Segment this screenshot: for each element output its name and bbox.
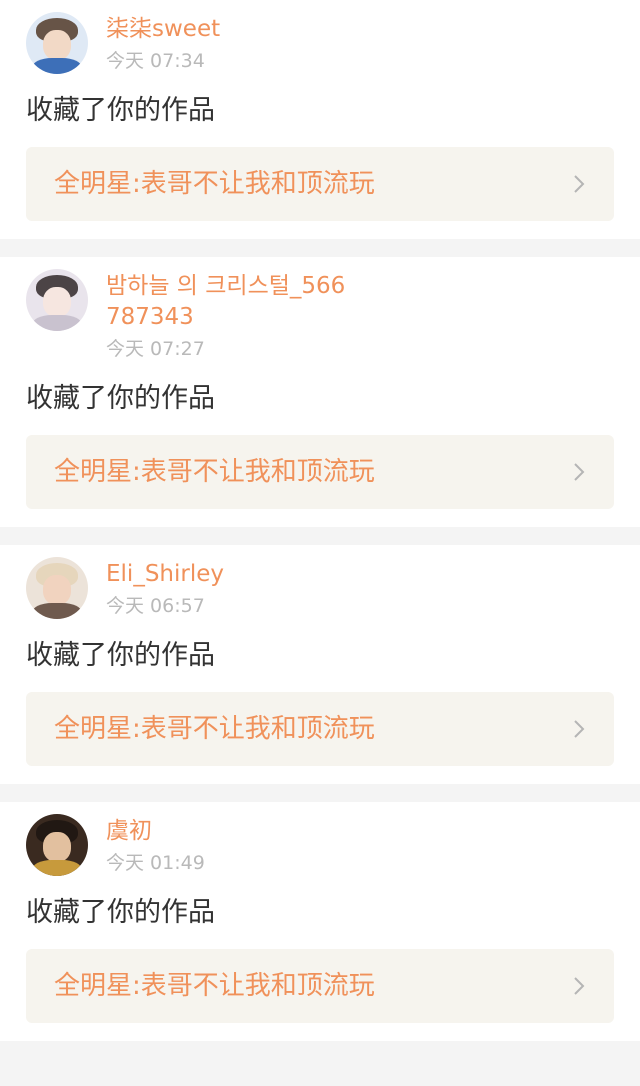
card-header: 柒柒sweet 今天 07:34 — [26, 12, 614, 75]
work-link[interactable]: 全明星:表哥不让我和顶流玩 — [26, 949, 614, 1023]
work-link[interactable]: 全明星:表哥不让我和顶流玩 — [26, 147, 614, 221]
work-title: 全明星:表哥不让我和顶流玩 — [54, 457, 375, 487]
avatar[interactable] — [26, 557, 88, 619]
action-text: 收藏了你的作品 — [26, 897, 215, 928]
username[interactable]: 虞初 — [106, 816, 205, 847]
avatar[interactable] — [26, 12, 88, 74]
notification-card: 柒柒sweet 今天 07:34 收藏了你的作品 全明星:表哥不让我和顶流玩 — [0, 0, 640, 239]
work-title: 全明星:表哥不让我和顶流玩 — [54, 714, 375, 744]
user-info: Eli_Shirley 今天 06:57 — [106, 557, 224, 620]
chevron-right-icon — [574, 463, 585, 481]
username[interactable]: 柒柒sweet — [106, 14, 220, 45]
notification-card: Eli_Shirley 今天 06:57 收藏了你的作品 全明星:表哥不让我和顶… — [0, 545, 640, 784]
timestamp: 今天 07:34 — [106, 50, 205, 72]
avatar[interactable] — [26, 269, 88, 331]
chevron-right-icon — [574, 175, 585, 193]
work-link[interactable]: 全明星:表哥不让我和顶流玩 — [26, 692, 614, 766]
notification-feed: 柒柒sweet 今天 07:34 收藏了你的作品 全明星:表哥不让我和顶流玩 밤… — [0, 0, 640, 1041]
username[interactable]: 밤하늘 의 크리스털_566787343 — [106, 271, 346, 333]
user-info: 밤하늘 의 크리스털_566787343 今天 07:27 — [106, 269, 346, 363]
chevron-right-icon — [574, 720, 585, 738]
timestamp: 今天 01:49 — [106, 852, 205, 874]
avatar[interactable] — [26, 814, 88, 876]
chevron-right-icon — [574, 977, 585, 995]
user-info: 柒柒sweet 今天 07:34 — [106, 12, 220, 75]
action-text: 收藏了你的作品 — [26, 95, 215, 126]
card-header: Eli_Shirley 今天 06:57 — [26, 557, 614, 620]
action-text: 收藏了你的作品 — [26, 383, 215, 414]
user-info: 虞初 今天 01:49 — [106, 814, 205, 877]
timestamp: 今天 06:57 — [106, 595, 205, 617]
action-text: 收藏了你的作品 — [26, 640, 215, 671]
work-title: 全明星:表哥不让我和顶流玩 — [54, 169, 375, 199]
work-title: 全明星:表哥不让我和顶流玩 — [54, 971, 375, 1001]
timestamp: 今天 07:27 — [106, 338, 205, 360]
username[interactable]: Eli_Shirley — [106, 559, 224, 590]
work-link[interactable]: 全明星:表哥不让我和顶流玩 — [26, 435, 614, 509]
notification-card: 밤하늘 의 크리스털_566787343 今天 07:27 收藏了你的作品 全明… — [0, 257, 640, 527]
card-header: 虞初 今天 01:49 — [26, 814, 614, 877]
notification-card: 虞初 今天 01:49 收藏了你的作品 全明星:表哥不让我和顶流玩 — [0, 802, 640, 1041]
card-header: 밤하늘 의 크리스털_566787343 今天 07:27 — [26, 269, 614, 363]
